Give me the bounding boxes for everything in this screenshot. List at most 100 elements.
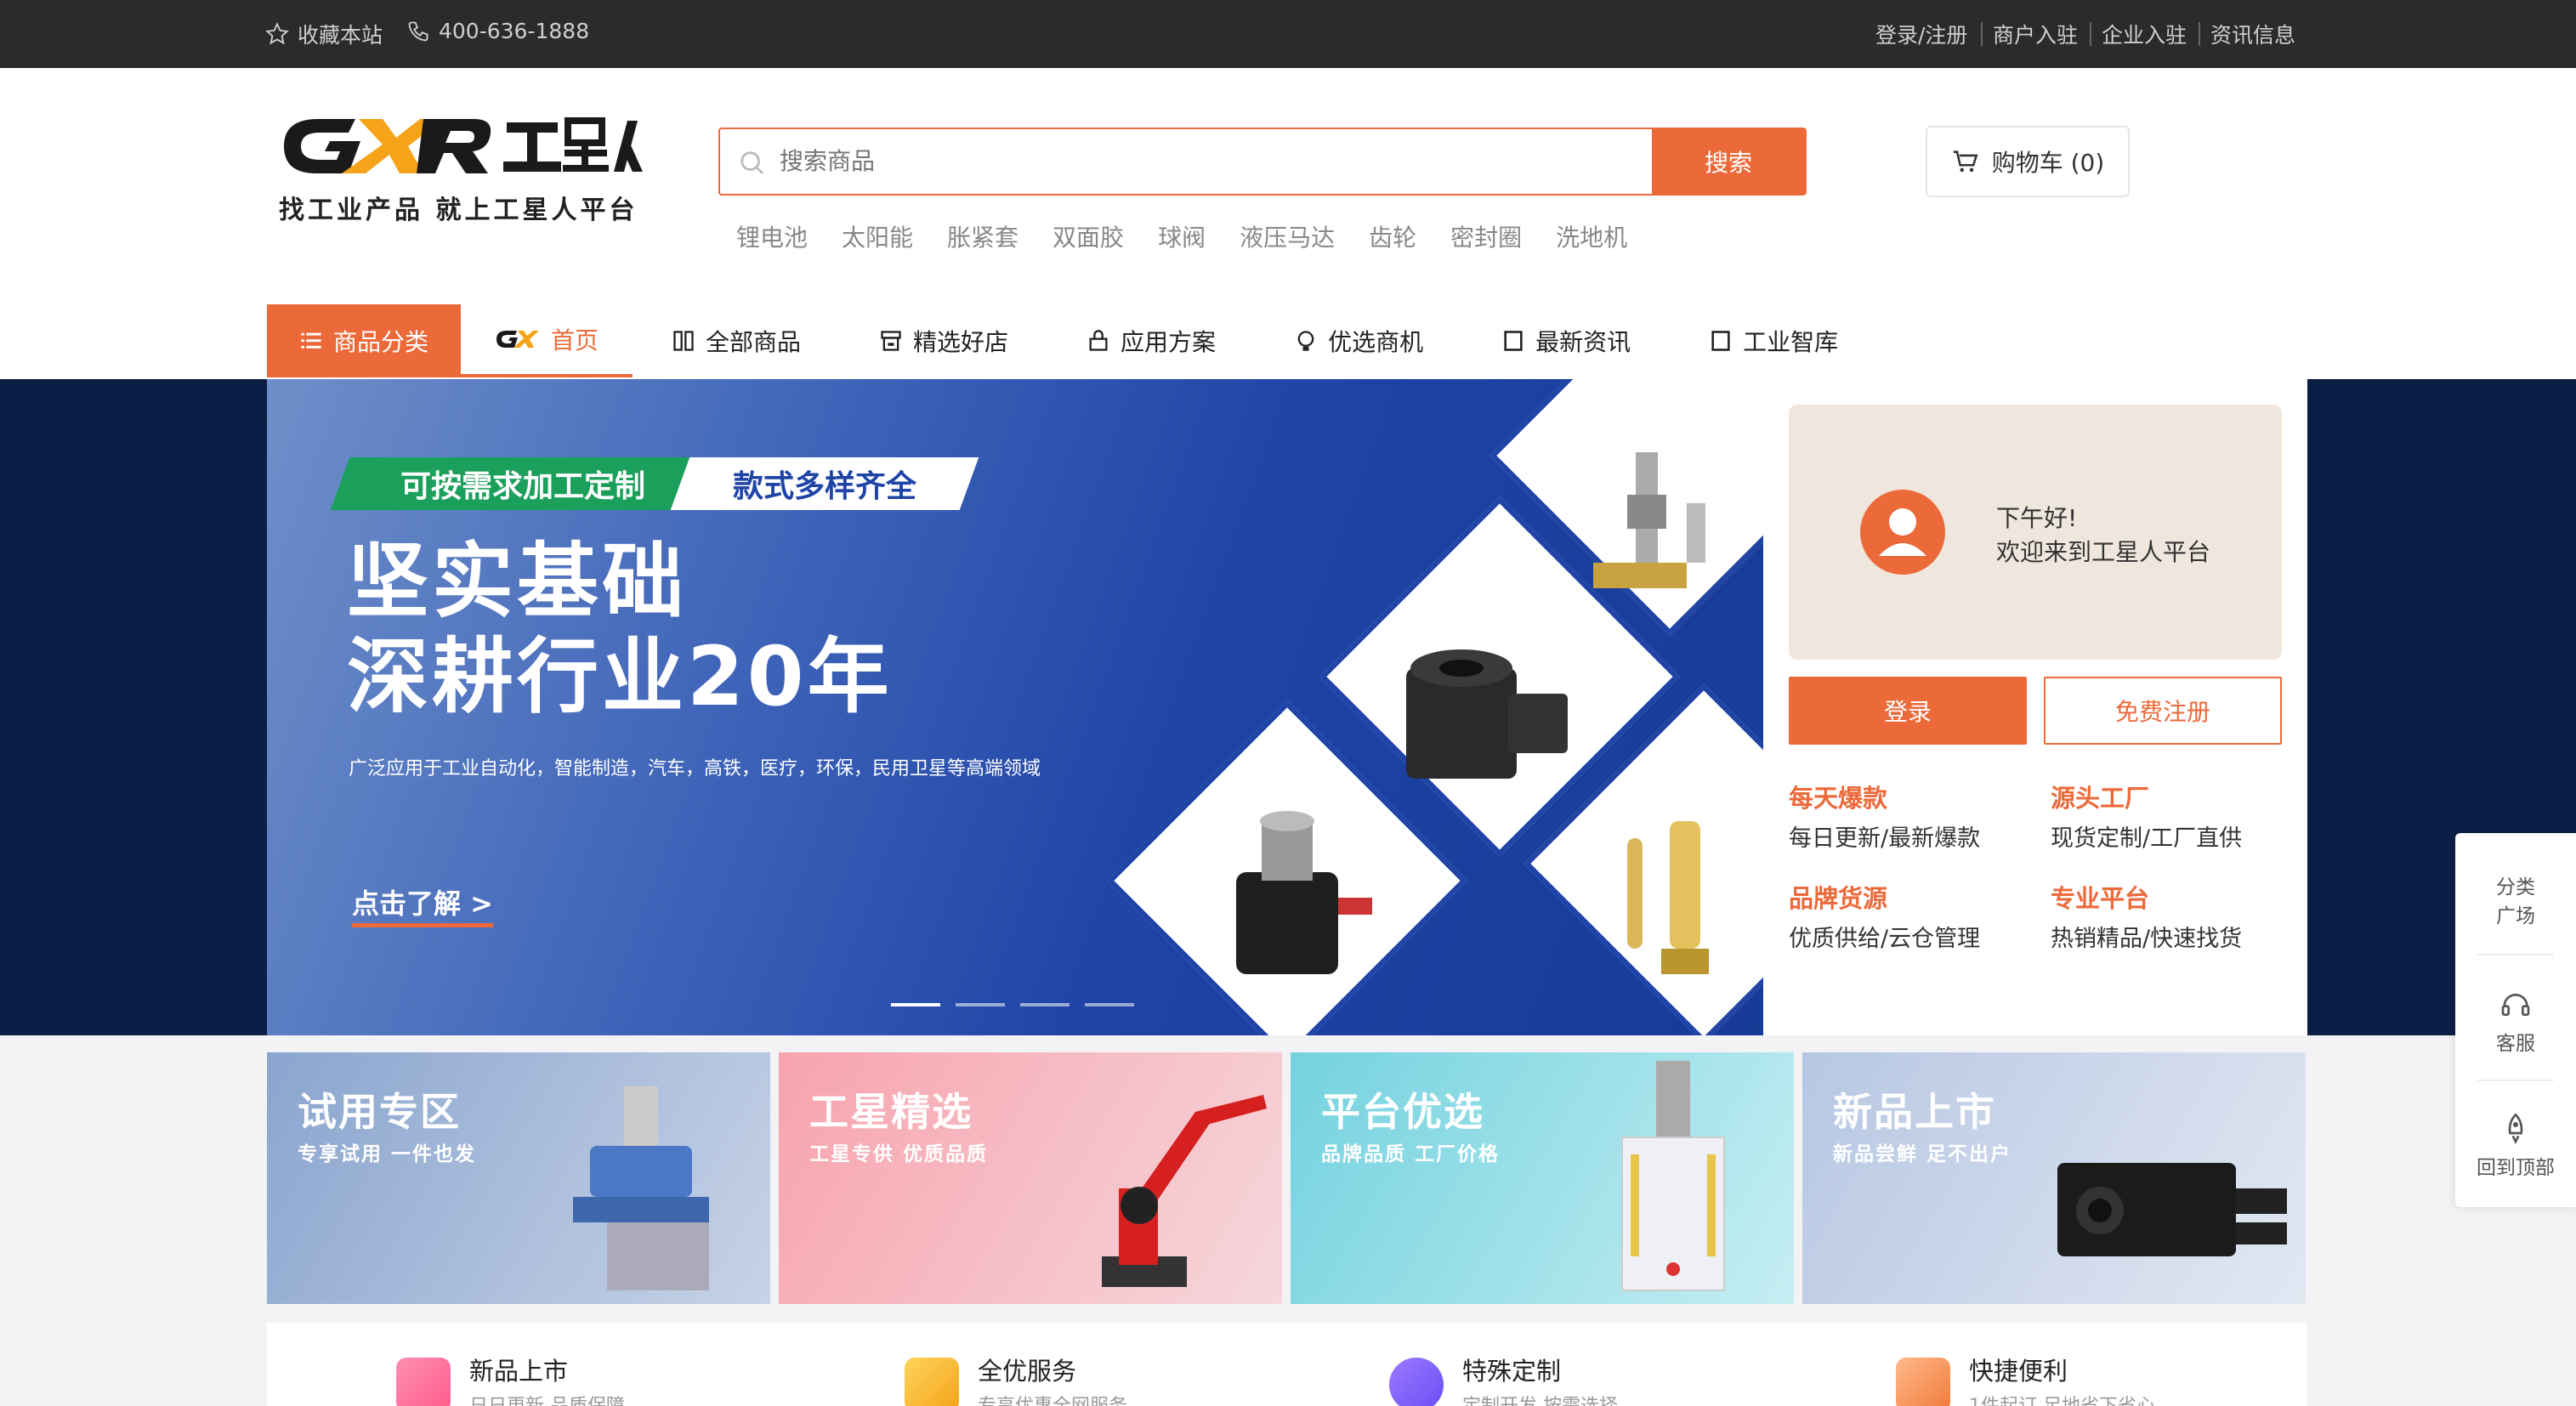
side-label: 回到顶部 (2477, 1157, 2555, 1179)
feature-desc: 优质供给/云仓管理 (1789, 926, 1981, 952)
favorite-link[interactable]: 收藏本站 (265, 19, 383, 49)
nav-opportunities[interactable]: 优选商机 (1255, 304, 1462, 377)
greeting-text: 下午好! 欢迎来到工星人平台 (1996, 502, 2210, 570)
divider (2477, 1080, 2554, 1081)
login-button[interactable]: 登录 (1789, 677, 2027, 745)
hotword-link[interactable]: 洗地机 (1556, 219, 1627, 253)
headset-icon (2501, 994, 2530, 1016)
nav-news[interactable]: 最新资讯 (1462, 304, 1670, 377)
welcome-line: 欢迎来到工星人平台 (1996, 538, 2211, 566)
news-link[interactable]: 资讯信息 (2210, 19, 2295, 49)
hotword-link[interactable]: 太阳能 (842, 219, 913, 253)
customer-service-button[interactable]: 客服 (2455, 988, 2576, 1056)
carousel-dot[interactable] (956, 1003, 1005, 1006)
service-desc: 定制开发 按需选择 (1462, 1391, 1618, 1406)
carousel-dot[interactable] (1020, 1003, 1070, 1006)
promo-card-title: 平台优选 (1321, 1089, 1484, 1135)
columns-icon (673, 331, 694, 351)
connector-image (1593, 452, 1705, 588)
nav-solutions[interactable]: 应用方案 (1047, 304, 1255, 377)
book-icon (1711, 331, 1730, 351)
search-icon (740, 151, 763, 174)
shield-star-icon (905, 1358, 959, 1406)
service-desc: 专享优惠全网服务 (978, 1391, 1127, 1406)
service-item[interactable]: 特殊定制定制开发 按需选择 (1389, 1352, 1618, 1406)
feature-item[interactable]: 专业平台 热销精品/快速找货 (2051, 879, 2242, 953)
service-title: 新品上市 (469, 1357, 569, 1386)
promo-card-title: 工星精选 (809, 1089, 973, 1135)
phone-number: 400-636-1888 (439, 19, 590, 43)
feature-title: 源头工厂 (2051, 784, 2150, 813)
carousel-dot[interactable] (891, 1003, 940, 1006)
service-item[interactable]: 新品上市日日更新 品质保障 (396, 1352, 625, 1406)
banner-headline: 坚实基础 深耕行业20年 (347, 534, 893, 724)
press-machine-image (1621, 1061, 1725, 1291)
search-button[interactable]: 搜索 (1652, 129, 1805, 194)
service-title: 快捷便利 (1969, 1357, 2068, 1386)
feature-title: 专业平台 (2051, 884, 2150, 913)
logo-mark (284, 117, 643, 173)
side-label: 分类 (2496, 876, 2535, 899)
side-label: 客服 (2496, 1033, 2535, 1055)
layers-icon (1896, 1358, 1950, 1406)
hotword-link[interactable]: 双面胶 (1053, 219, 1124, 253)
hotword-link[interactable]: 液压马达 (1240, 219, 1335, 253)
promo-card-title: 新品上市 (1833, 1089, 1996, 1135)
merchant-join-link[interactable]: 商户入驻 (1993, 19, 2078, 49)
banner-headline-line1: 坚实基础 (347, 534, 687, 629)
enterprise-join-link[interactable]: 企业入驻 (2102, 19, 2187, 49)
hot-keywords: 锂电池 太阳能 胀紧套 双面胶 球阀 液压马达 齿轮 密封圈 洗地机 (736, 219, 1627, 253)
nav-label: 精选好店 (913, 328, 1009, 356)
promo-card-subtitle: 专享试用 一件也发 (298, 1143, 477, 1165)
banner-headline-line2: 深耕行业20年 (347, 629, 893, 724)
gearbox-image (573, 1086, 709, 1290)
banner-tag-custom: 可按需求加工定制 (330, 457, 716, 510)
lightning-icon (1389, 1358, 1444, 1406)
promo-card-platform[interactable]: 平台优选 品牌品质 工厂价格 (1291, 1052, 1794, 1304)
feature-title: 每天爆款 (1789, 784, 1888, 813)
hotword-link[interactable]: 密封圈 (1450, 219, 1522, 253)
promo-card-selected[interactable]: 工星精选 工星专供 优质品质 (779, 1052, 1282, 1304)
register-button[interactable]: 免费注册 (2044, 677, 2282, 745)
back-to-top-button[interactable]: 回到顶部 (2455, 1112, 2576, 1180)
carousel-indicators (891, 1003, 1134, 1006)
promo-card-trial[interactable]: 试用专区 专享试用 一件也发 (267, 1052, 770, 1304)
feature-item[interactable]: 每天爆款 每日更新/最新爆款 (1789, 779, 1980, 853)
category-square-button[interactable]: 分类 广场 (2455, 870, 2576, 928)
search-bar: 搜索 (718, 128, 1807, 196)
service-item[interactable]: 全优服务专享优惠全网服务 (905, 1352, 1127, 1406)
nav-label: 应用方案 (1121, 328, 1217, 356)
feature-desc: 现货定制/工厂直供 (2051, 825, 2243, 852)
category-menu-button[interactable]: 商品分类 (267, 304, 461, 377)
hotword-link[interactable]: 球阀 (1158, 219, 1206, 253)
hotword-link[interactable]: 锂电池 (736, 219, 808, 253)
promo-card-subtitle: 品牌品质 工厂价格 (1321, 1143, 1501, 1165)
hotword-link[interactable]: 胀紧套 (947, 219, 1018, 253)
nav-all-products[interactable]: 全部商品 (633, 304, 840, 377)
promo-card-new[interactable]: 新品上市 新品尝鲜 足不出户 (1802, 1052, 2306, 1304)
cart-button[interactable]: 购物车 (0) (1926, 126, 2130, 197)
hotword-link[interactable]: 齿轮 (1369, 219, 1416, 253)
user-icon (1879, 508, 1926, 556)
nav-industry-library[interactable]: 工业智库 (1670, 304, 1877, 377)
divider (2477, 954, 2554, 955)
feature-desc: 每日更新/最新爆款 (1789, 825, 1981, 852)
list-icon (301, 332, 321, 349)
feature-item[interactable]: 源头工厂 现货定制/工厂直供 (2051, 779, 2242, 853)
nav-home[interactable]: 首页 (461, 304, 633, 377)
banner-learn-more-link[interactable]: 点击了解 > (352, 882, 493, 927)
feature-item[interactable]: 品牌货源 优质供给/云仓管理 (1789, 879, 1980, 953)
carousel-dot[interactable] (1085, 1003, 1134, 1006)
nav-label: 最新资讯 (1535, 328, 1631, 356)
search-input[interactable] (720, 129, 1652, 194)
store-icon (881, 331, 901, 351)
nav-label: 全部商品 (706, 328, 802, 356)
nav-selected-shops[interactable]: 精选好店 (840, 304, 1047, 377)
service-item[interactable]: 快捷便利 1件起订 足地省下省心 (1896, 1352, 2155, 1406)
greeting-line: 下午好! (1996, 504, 2078, 532)
login-register-link[interactable]: 登录/注册 (1875, 19, 1967, 49)
service-title: 全优服务 (978, 1357, 1077, 1386)
industrial-camera-image (2057, 1163, 2287, 1256)
brass-pin-image (1627, 821, 1709, 974)
service-title: 特殊定制 (1462, 1357, 1562, 1386)
